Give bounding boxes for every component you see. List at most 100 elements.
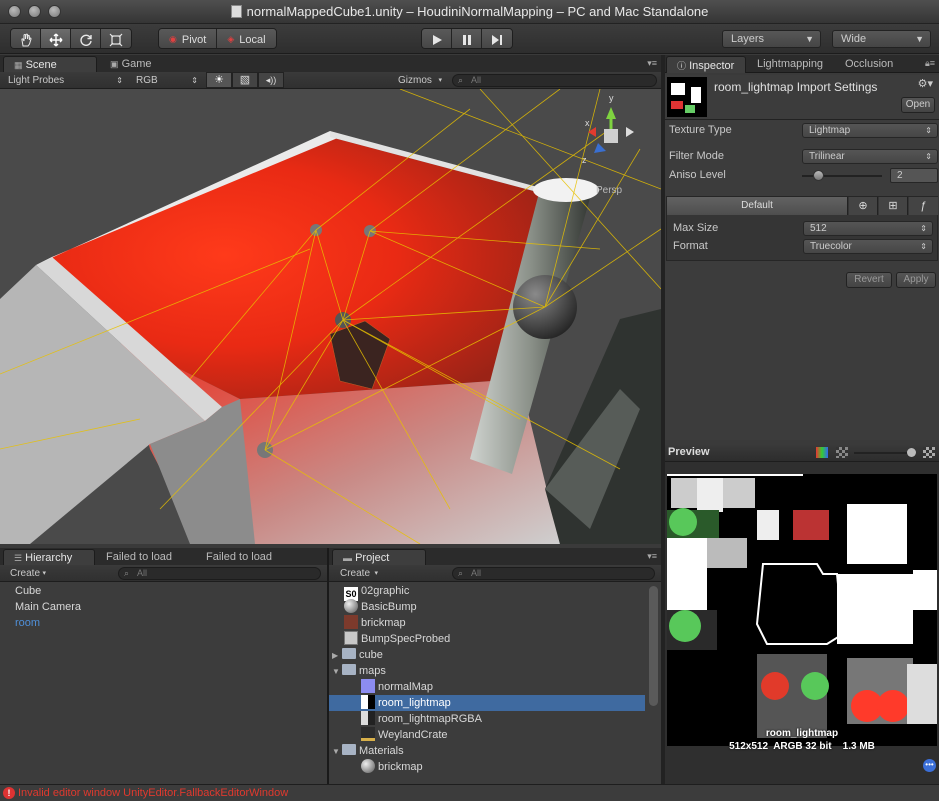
layout-dropdown[interactable]: Wide ▼ xyxy=(832,30,931,48)
tab-occlusion[interactable]: Occlusion xyxy=(835,56,907,73)
tab-failed-2[interactable]: Failed to load xyxy=(196,549,296,566)
folder-icon xyxy=(342,664,356,675)
tab-scene[interactable]: ▦ Scene xyxy=(3,56,97,73)
project-folder-materials[interactable]: ▼ Materials xyxy=(332,743,404,759)
project-item-label: cube xyxy=(359,649,383,661)
hierarchy-create-dropdown[interactable]: Create ▾ xyxy=(10,567,46,580)
max-size-dropdown[interactable]: 512 ⇕ xyxy=(803,221,933,236)
play-button[interactable] xyxy=(422,29,452,48)
gizmos-dropdown[interactable]: Gizmos ▾ xyxy=(398,74,442,87)
tab-failed-1[interactable]: Failed to load xyxy=(96,549,196,566)
color-mode-dropdown[interactable]: RGB ⇕ xyxy=(136,74,198,87)
panel-menu-icon[interactable]: ▾≡ xyxy=(647,551,657,562)
platform-tab-flash[interactable]: ƒ xyxy=(909,197,938,215)
move-tool-button[interactable] xyxy=(41,29,71,48)
project-item-brickmap[interactable]: brickmap xyxy=(344,615,406,631)
folder-tab-icon: ▬ xyxy=(343,553,352,563)
tab-lightmapping[interactable]: Lightmapping xyxy=(747,56,837,73)
project-search-input[interactable]: ⌕ All xyxy=(452,567,655,580)
filter-mode-dropdown[interactable]: Trilinear ⇕ xyxy=(802,149,938,164)
pivot-icon: ◉ xyxy=(169,34,177,44)
collapse-arrow-icon[interactable]: ▼ xyxy=(332,744,342,760)
scene-lighting-toggle[interactable]: ☀ xyxy=(206,72,232,88)
speaker-icon: ◂)) xyxy=(265,75,277,85)
expand-arrow-icon[interactable]: ▶ xyxy=(332,648,342,664)
project-item-label: maps xyxy=(359,665,386,677)
layers-dropdown[interactable]: Layers ▼ xyxy=(722,30,821,48)
status-message[interactable]: Invalid editor window UnityEditor.Fallba… xyxy=(18,787,288,799)
project-create-dropdown[interactable]: Create ▾ xyxy=(340,567,378,580)
tab-project-label: Project xyxy=(355,552,390,564)
hierarchy-search-input[interactable]: ⌕ All xyxy=(118,567,321,580)
mip-slider-track[interactable] xyxy=(854,448,916,457)
tab-project[interactable]: ▬ Project xyxy=(332,549,426,566)
project-item-basicbump[interactable]: BasicBump xyxy=(344,599,417,615)
project-create-label: Create xyxy=(340,568,371,579)
hierarchy-item-cube[interactable]: Cube xyxy=(15,583,41,599)
panel-menu-icon[interactable]: ▾≡ xyxy=(647,58,657,69)
mip-slider-thumb[interactable] xyxy=(907,448,916,457)
hand-tool-button[interactable] xyxy=(11,29,41,48)
scene-search-input[interactable]: ⌕ All xyxy=(452,74,657,87)
document-icon xyxy=(230,5,242,18)
step-icon xyxy=(492,34,502,45)
updown-icon: ⇕ xyxy=(925,126,932,135)
project-scrollbar[interactable] xyxy=(649,586,658,706)
project-item-room-lightmap-rgba[interactable]: room_lightmapRGBA xyxy=(361,711,482,727)
render-mode-dropdown[interactable]: Light Probes ⇕ xyxy=(8,74,123,87)
apply-button[interactable]: Apply xyxy=(896,272,936,288)
tab-hierarchy[interactable]: ☰ Hierarchy xyxy=(3,549,95,566)
project-folder-maps[interactable]: ▼ maps xyxy=(332,663,386,679)
settings-gear-icon[interactable]: ⚙▾ xyxy=(918,77,933,90)
pause-button[interactable] xyxy=(452,29,482,48)
project-item-brickmap-material[interactable]: brickmap xyxy=(361,759,423,775)
persp-label[interactable]: Persp xyxy=(596,185,622,196)
more-options-icon[interactable]: ••• xyxy=(923,759,936,772)
aniso-slider-track[interactable] xyxy=(802,170,882,181)
scale-tool-button[interactable] xyxy=(101,29,131,48)
local-toggle[interactable]: ◈ Local xyxy=(217,29,276,48)
project-item-normalmap[interactable]: normalMap xyxy=(361,679,433,695)
project-item-room-lightmap[interactable]: room_lightmap xyxy=(329,695,645,711)
project-item-02graphic[interactable]: S0 02graphic xyxy=(344,583,409,601)
texture-icon xyxy=(361,695,375,709)
project-folder-cube[interactable]: ▶ cube xyxy=(332,647,383,663)
tab-inspector[interactable]: ⓘ Inspector xyxy=(666,56,746,73)
aniso-value: 2 xyxy=(897,170,903,181)
texture-type-dropdown[interactable]: Lightmap ⇕ xyxy=(802,123,938,138)
max-size-label: Max Size xyxy=(673,222,719,234)
preview-title: Preview xyxy=(668,446,710,458)
revert-button[interactable]: Revert xyxy=(846,272,892,288)
tab-hierarchy-label: Hierarchy xyxy=(25,552,73,564)
step-button[interactable] xyxy=(482,29,512,48)
aniso-level-input[interactable]: 2 xyxy=(890,168,938,183)
scene-audio-toggle[interactable]: ◂)) xyxy=(258,72,284,88)
project-item-bumpspecprobed[interactable]: BumpSpecProbed xyxy=(344,631,450,647)
platform-tab-default[interactable]: Default xyxy=(667,197,848,215)
project-item-weylandcrate[interactable]: WeylandCrate xyxy=(361,727,448,743)
format-dropdown[interactable]: Truecolor ⇕ xyxy=(803,239,933,254)
hierarchy-item-room[interactable]: room xyxy=(15,615,40,631)
material-sphere-icon xyxy=(361,759,375,773)
local-label: Local xyxy=(239,33,266,46)
platform-tab-standalone[interactable]: ⊞ xyxy=(879,197,908,215)
hierarchy-item-main-camera[interactable]: Main Camera xyxy=(15,599,81,615)
alpha-channel-icon[interactable] xyxy=(836,447,848,458)
platform-tab-web[interactable]: ⊕ xyxy=(849,197,878,215)
tab-failed-2-label: Failed to load xyxy=(206,551,273,563)
status-bar[interactable]: ! Invalid editor window UnityEditor.Fall… xyxy=(0,784,939,801)
pivot-toggle[interactable]: ◉ Pivot xyxy=(159,29,218,48)
aniso-slider-thumb[interactable] xyxy=(813,170,824,181)
project-controlbar: Create ▾ ⌕ All xyxy=(329,565,661,582)
collapse-arrow-icon[interactable]: ▼ xyxy=(332,664,342,680)
scene-fx-toggle[interactable]: ▧ xyxy=(232,72,258,88)
move-icon xyxy=(49,33,62,46)
inspector-panel: room_lightmap Import Settings ⚙▾ Open Te… xyxy=(665,75,939,440)
lock-icon[interactable]: 🔒︎≡ xyxy=(925,58,935,69)
rgb-channel-icon[interactable] xyxy=(816,447,828,458)
axis-y-label: y xyxy=(609,93,614,103)
scene-viewport[interactable]: y x z Persp xyxy=(0,89,661,544)
open-button[interactable]: Open xyxy=(901,97,935,113)
rotate-tool-button[interactable] xyxy=(71,29,101,48)
tab-game[interactable]: ▣ Game xyxy=(100,56,180,73)
